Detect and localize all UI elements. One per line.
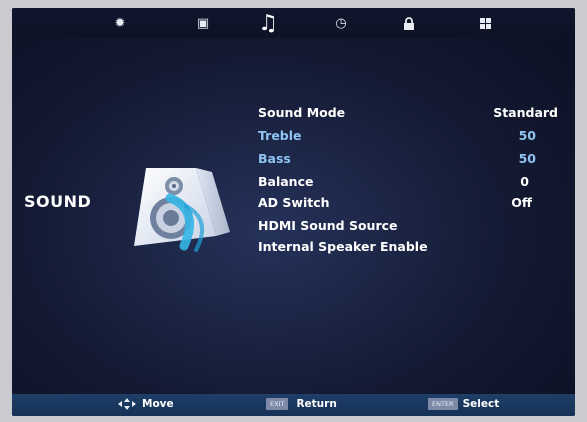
sound-mode-label: Sound Mode [258,105,346,120]
sound-mode-value: Standard [493,105,558,120]
balance-label: Balance [258,174,314,189]
hdmi-sound-source-label: HDMI Sound Source [258,218,398,233]
return-label: Return [296,398,337,410]
menu-item-ad-switch[interactable]: AD Switch Off [258,195,558,215]
exit-key-icon: EXIT [266,398,289,410]
menu-item-hdmi-sound-source[interactable]: HDMI Sound Source [258,218,558,238]
select-label: Select [462,398,500,410]
bass-value: 50 [518,151,536,166]
treble-label: Treble [258,128,302,143]
gear-icon[interactable]: ✹ [109,12,131,34]
speaker-icon [134,168,230,252]
page-title: SOUND [24,192,92,211]
internal-speaker-enable-label: Internal Speaker Enable [258,239,428,254]
treble-value: 50 [518,128,536,143]
menu-item-treble[interactable]: Treble 50 [258,128,558,148]
ad-switch-value: Off [511,195,532,210]
select-hint: ENTER Select [428,398,499,410]
menu-item-bass[interactable]: Bass 50 [258,151,558,171]
menu-item-balance[interactable]: Balance 0 [258,174,558,194]
bass-label: Bass [258,151,291,166]
move-label: Move [142,398,174,410]
menu-item-internal-speaker-enable[interactable]: Internal Speaker Enable [258,239,558,259]
footer-hint-bar: Move EXIT Return ENTER Select [12,394,575,416]
music-note-icon[interactable]: ♫ [257,11,279,36]
balance-value: 0 [520,174,529,189]
lock-icon[interactable] [398,12,420,34]
monitor-icon[interactable]: ▣ [192,12,214,34]
enter-key-icon: ENTER [428,398,458,410]
category-tab-bar: ✹ ▣ ♫ ◷ [12,8,575,38]
tv-osd-screen: ✹ ▣ ♫ ◷ SOUND Sound Mode Standard Treble… [12,8,575,416]
arrow-keys-icon [118,398,136,410]
move-hint: Move [118,398,174,410]
clock-icon[interactable]: ◷ [330,12,352,34]
menu-item-sound-mode[interactable]: Sound Mode Standard [258,105,558,125]
return-hint: EXIT Return [266,398,337,410]
ad-switch-label: AD Switch [258,195,330,210]
grid-icon[interactable] [474,12,496,34]
